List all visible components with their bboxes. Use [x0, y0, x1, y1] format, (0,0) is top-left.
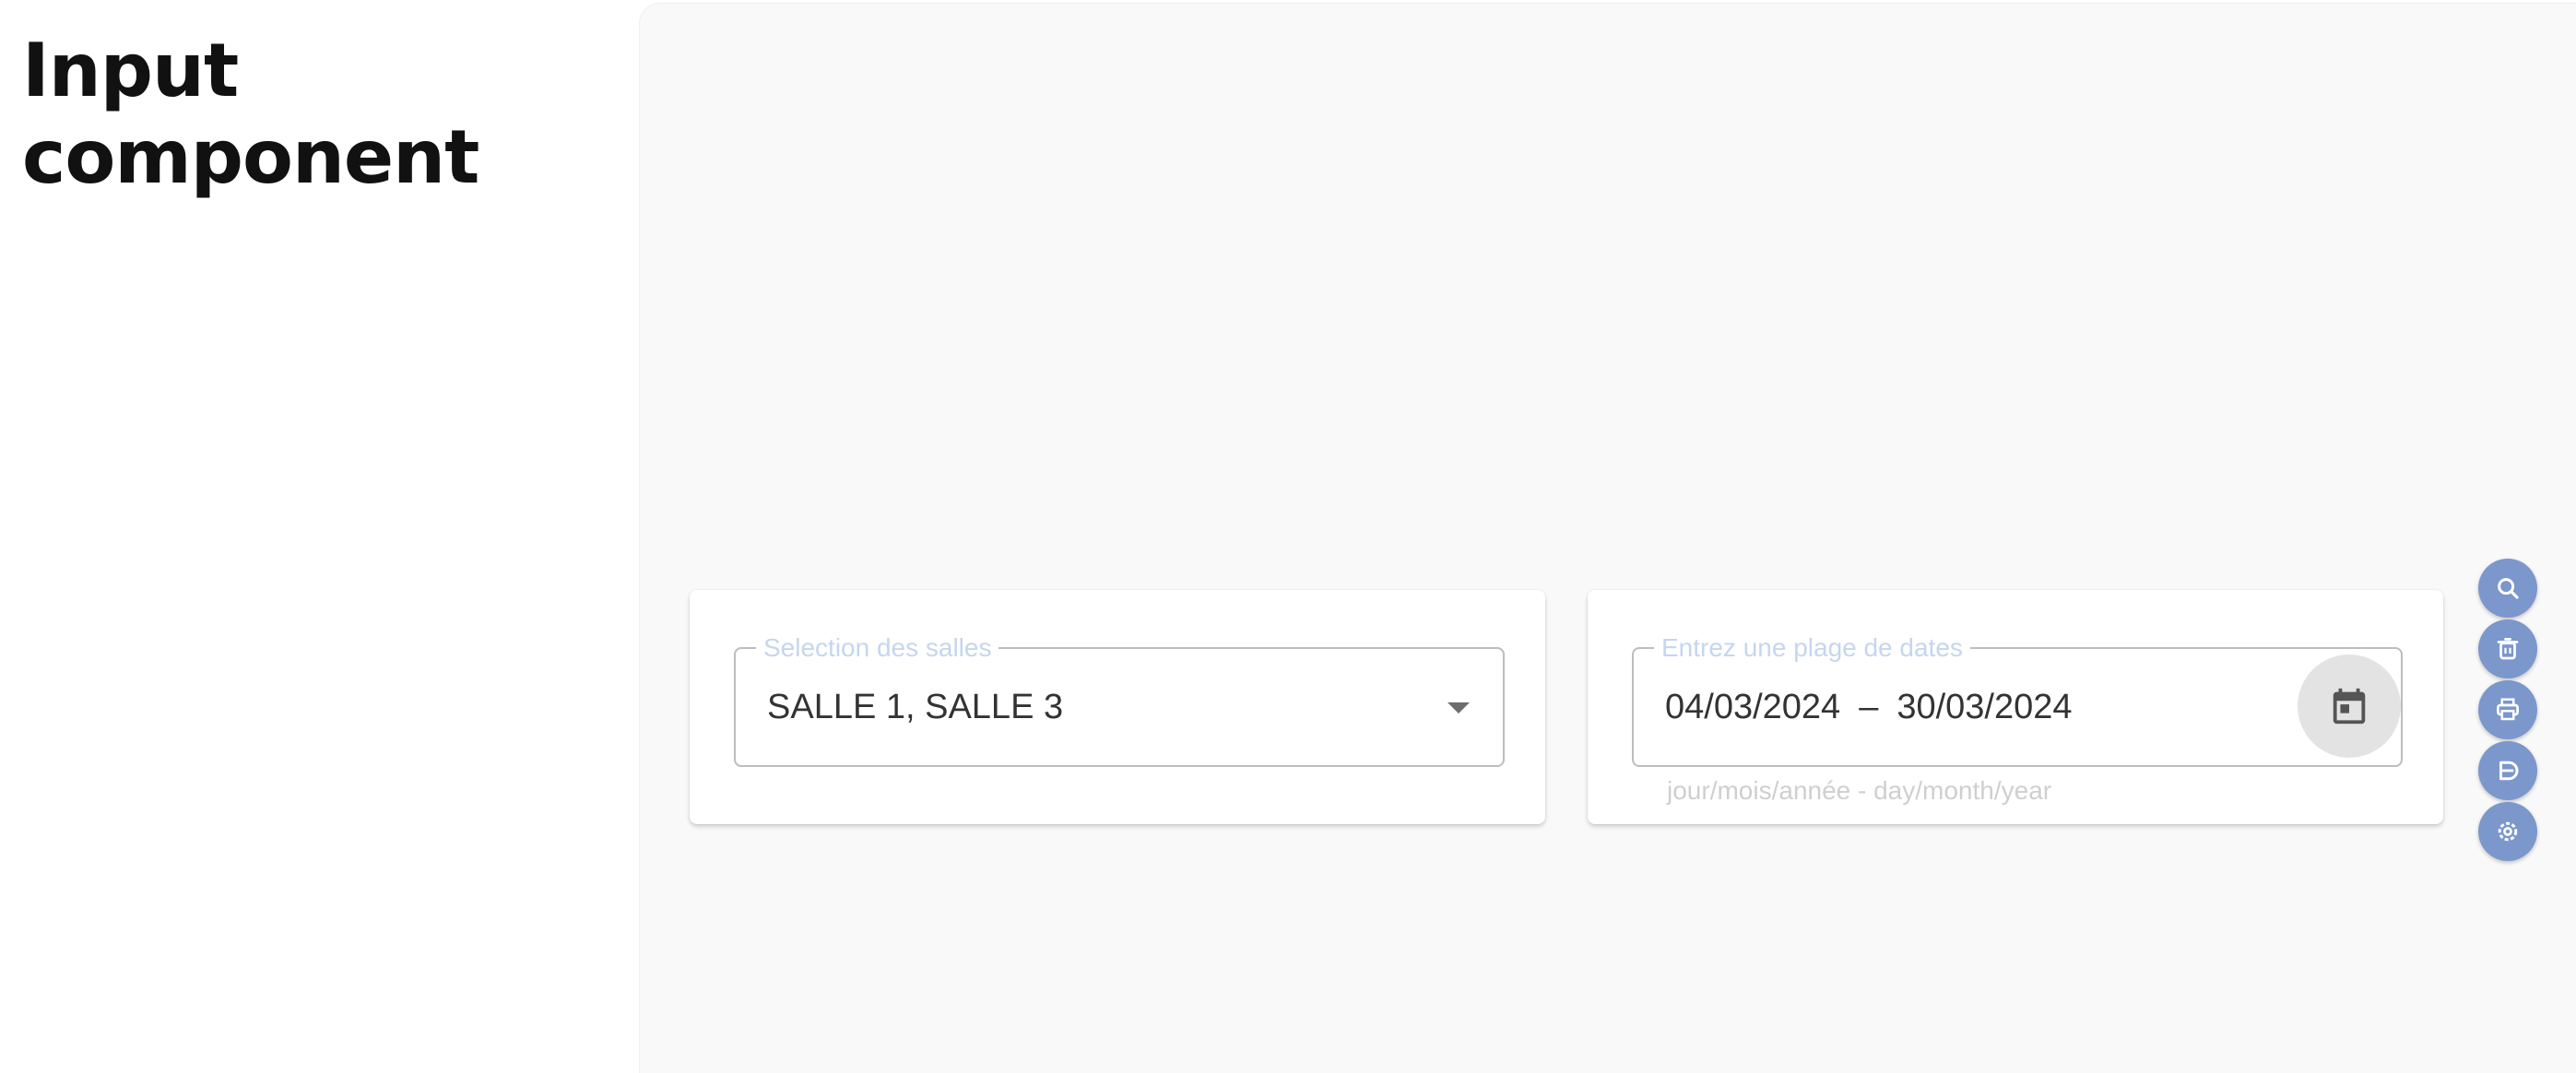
- print-icon: [2497, 698, 2519, 721]
- calendar-toggle-button[interactable]: [2298, 654, 2401, 758]
- search-button[interactable]: [2478, 559, 2537, 618]
- search-icon: [2498, 578, 2519, 599]
- rooms-select-value: SALLE 1, SALLE 3: [767, 688, 1064, 726]
- settings-button[interactable]: [2478, 802, 2537, 861]
- date-separator: –: [1859, 688, 1879, 726]
- page-title-line-2: component: [22, 114, 479, 200]
- date-end-input[interactable]: 30/03/2024: [1897, 686, 2072, 728]
- date-range-value: 04/03/2024 – 30/03/2024: [1665, 686, 2073, 728]
- rooms-select-label: Selection des salles: [756, 633, 999, 663]
- print-button[interactable]: [2478, 680, 2537, 739]
- date-range-label: Entrez une plage de dates: [1654, 633, 1970, 663]
- component-preview-panel: [640, 4, 2576, 1073]
- date-format-hint: jour/mois/année - day/month/year: [1667, 776, 2052, 805]
- trash-icon: [2497, 638, 2519, 660]
- rooms-select[interactable]: Selection des salles SALLE 1, SALLE 3: [734, 633, 1505, 767]
- page: Input component Selection des salles SAL…: [0, 0, 2576, 1073]
- page-title: Input component: [22, 28, 479, 201]
- export-icon: [2499, 761, 2519, 781]
- calendar-icon: [2333, 688, 2366, 725]
- date-range-field[interactable]: Entrez une plage de dates 04/03/2024 – 3…: [1632, 633, 2403, 767]
- settings-icon: [2498, 821, 2518, 842]
- arrow-drop-down-icon[interactable]: [1448, 702, 1470, 713]
- page-title-line-1: Input: [22, 28, 239, 113]
- export-button[interactable]: [2478, 741, 2537, 800]
- delete-button[interactable]: [2478, 619, 2537, 678]
- date-start-input[interactable]: 04/03/2024: [1665, 686, 1840, 728]
